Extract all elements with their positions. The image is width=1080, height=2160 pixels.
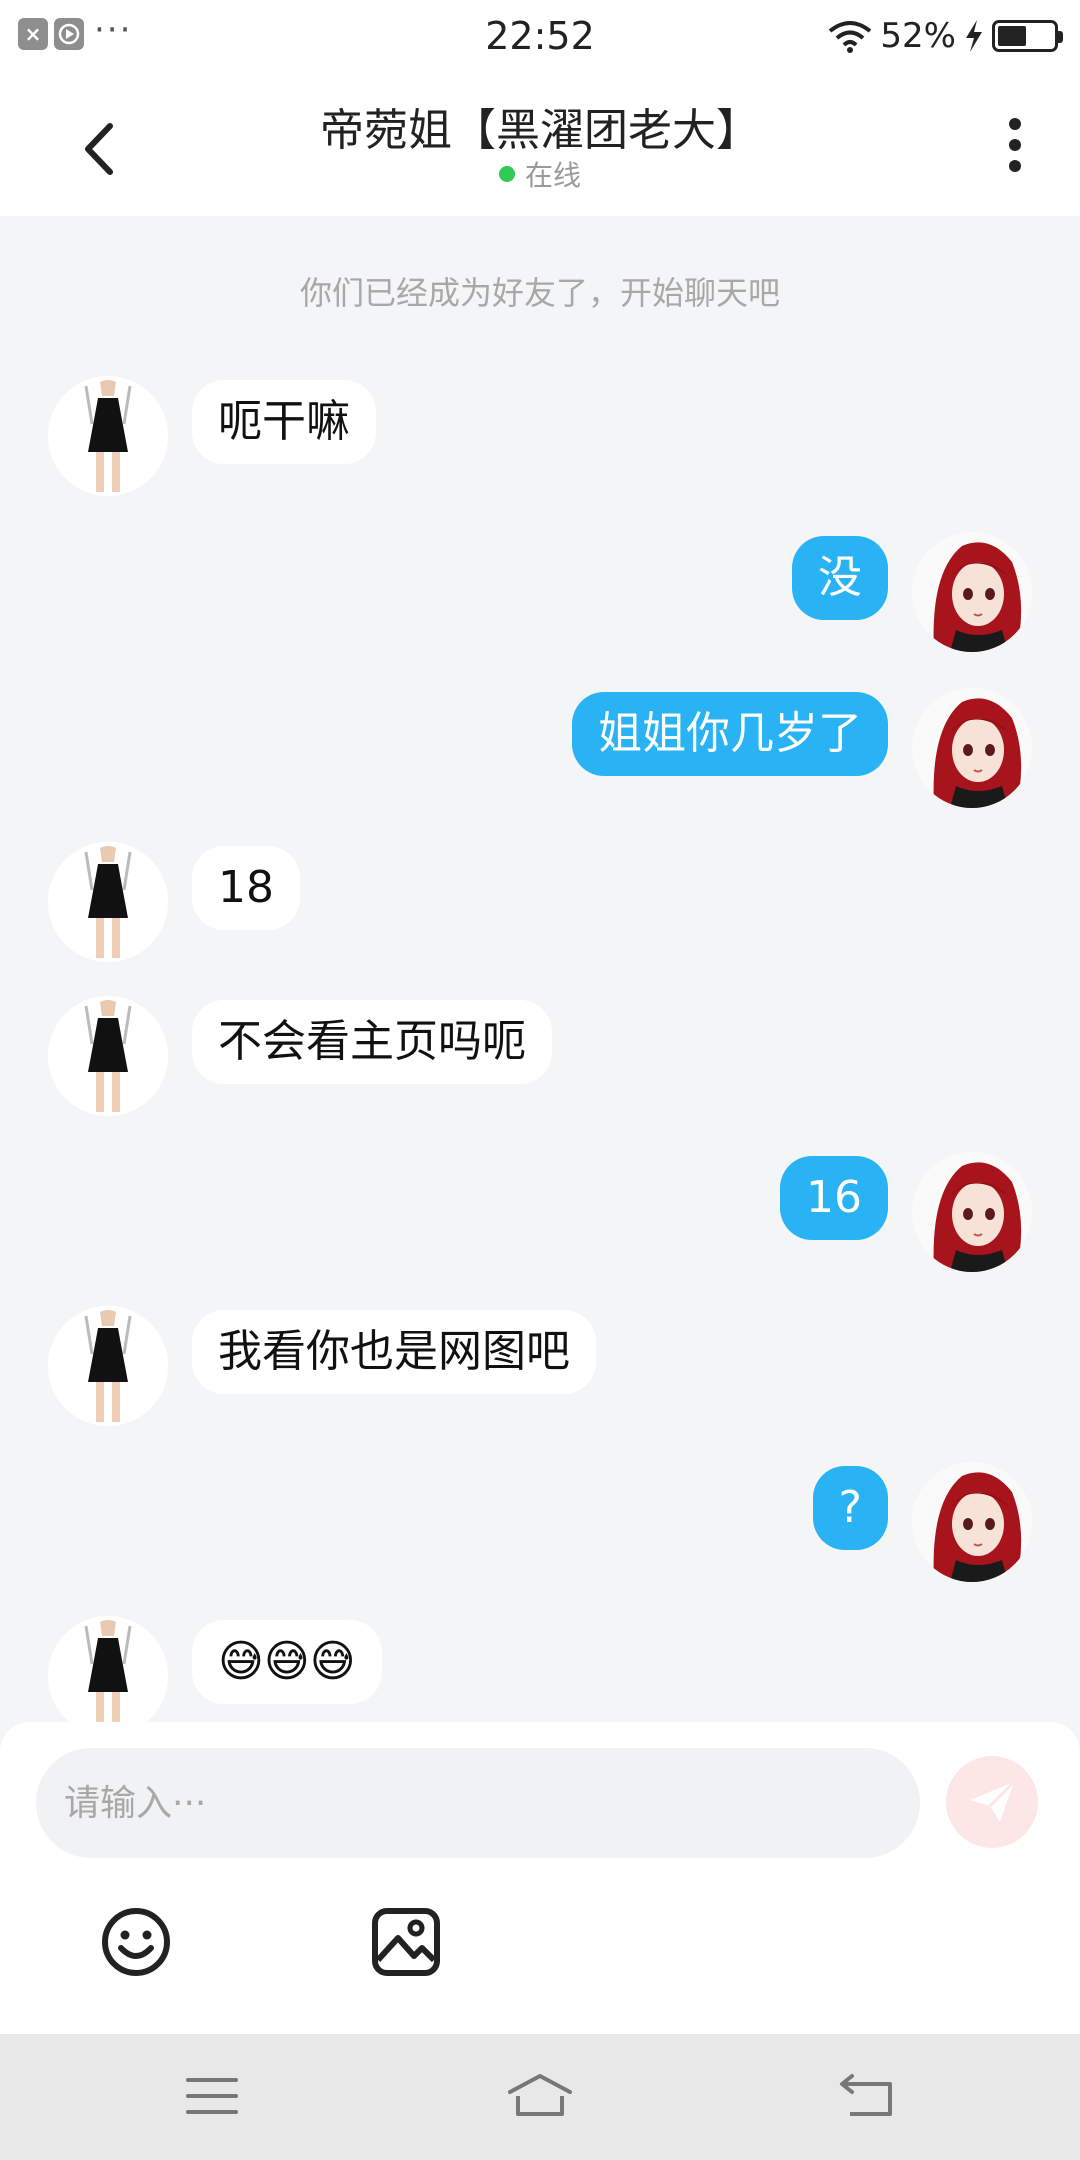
my-avatar[interactable] bbox=[912, 688, 1032, 808]
home-button[interactable] bbox=[506, 2070, 572, 2122]
back-nav-button[interactable] bbox=[838, 2070, 898, 2122]
home-icon bbox=[508, 2074, 572, 2116]
message-row: 没 bbox=[0, 532, 1080, 652]
message-row: 呃干嘛 bbox=[0, 376, 1080, 496]
more-options-button[interactable] bbox=[1000, 110, 1030, 180]
incoming-bubble[interactable]: 18 bbox=[192, 846, 300, 930]
system-navigation-bar bbox=[0, 2034, 1080, 2160]
dress-figure-icon bbox=[48, 376, 168, 496]
red-hair-girl-icon bbox=[912, 532, 1032, 652]
incoming-bubble[interactable]: 不会看主页吗呃 bbox=[192, 1000, 552, 1084]
contact-name: 帝菀姐【黑濯团老大】 bbox=[320, 105, 760, 156]
contact-avatar[interactable] bbox=[48, 376, 168, 496]
message-composer bbox=[0, 1722, 1080, 2034]
incoming-bubble[interactable]: 😅😅😅 bbox=[192, 1620, 382, 1704]
my-avatar[interactable] bbox=[912, 1152, 1032, 1272]
battery-icon bbox=[992, 20, 1063, 52]
outgoing-bubble[interactable]: 姐姐你几岁了 bbox=[572, 692, 888, 776]
wifi-icon bbox=[829, 21, 872, 53]
return-icon bbox=[840, 2074, 892, 2116]
incoming-bubble[interactable]: 呃干嘛 bbox=[192, 380, 376, 464]
dress-figure-icon bbox=[48, 1616, 168, 1736]
contact-avatar[interactable] bbox=[48, 1306, 168, 1426]
contact-avatar[interactable] bbox=[48, 1616, 168, 1736]
dress-figure-icon bbox=[48, 842, 168, 962]
status-right-icons: 52% bbox=[828, 16, 1063, 56]
online-dot-icon bbox=[498, 166, 515, 182]
image-icon bbox=[372, 1908, 440, 1976]
message-input[interactable] bbox=[36, 1748, 920, 1858]
battery-percent: 52% bbox=[880, 16, 956, 56]
send-icon bbox=[970, 1780, 1016, 1822]
outgoing-bubble[interactable]: 16 bbox=[780, 1156, 888, 1240]
red-hair-girl-icon bbox=[912, 1152, 1032, 1272]
emoji-button[interactable] bbox=[100, 1906, 172, 1978]
outgoing-bubble[interactable]: 没 bbox=[792, 536, 888, 620]
red-hair-girl-icon bbox=[912, 688, 1032, 808]
online-status: 在线 bbox=[0, 154, 1080, 194]
chat-header: 帝菀姐【黑濯团老大】 在线 bbox=[0, 72, 1080, 216]
message-row: 16 bbox=[0, 1152, 1080, 1272]
message-row: 18 bbox=[0, 842, 1080, 962]
contact-avatar[interactable] bbox=[48, 996, 168, 1116]
dot bbox=[1009, 160, 1021, 172]
online-status-label: 在线 bbox=[524, 159, 581, 192]
dress-figure-icon bbox=[48, 1306, 168, 1426]
incoming-bubble[interactable]: 我看你也是网图吧 bbox=[192, 1310, 596, 1394]
emoji-icon bbox=[102, 1908, 170, 1976]
dress-figure-icon bbox=[48, 996, 168, 1116]
message-row: 姐姐你几岁了 bbox=[0, 688, 1080, 808]
message-row: 😅😅😅 bbox=[0, 1616, 1080, 1736]
my-avatar[interactable] bbox=[912, 532, 1032, 652]
red-hair-girl-icon bbox=[912, 1462, 1032, 1582]
my-avatar[interactable] bbox=[912, 1462, 1032, 1582]
system-message: 你们已经成为好友了，开始聊天吧 bbox=[299, 274, 780, 312]
battery-fill bbox=[998, 26, 1027, 46]
menu-icon bbox=[186, 2078, 238, 2114]
dot bbox=[1009, 139, 1021, 151]
message-row: ? bbox=[0, 1462, 1080, 1582]
send-button[interactable] bbox=[946, 1756, 1038, 1848]
charging-bolt-icon bbox=[966, 20, 982, 52]
message-row: 我看你也是网图吧 bbox=[0, 1306, 1080, 1426]
image-button[interactable] bbox=[370, 1906, 442, 1978]
contact-avatar[interactable] bbox=[48, 842, 168, 962]
message-row: 不会看主页吗呃 bbox=[0, 996, 1080, 1116]
status-bar: × ··· 22:52 52% bbox=[0, 0, 1080, 72]
outgoing-bubble[interactable]: ? bbox=[812, 1466, 888, 1550]
dot bbox=[1009, 118, 1021, 130]
menu-button[interactable] bbox=[182, 2070, 242, 2122]
